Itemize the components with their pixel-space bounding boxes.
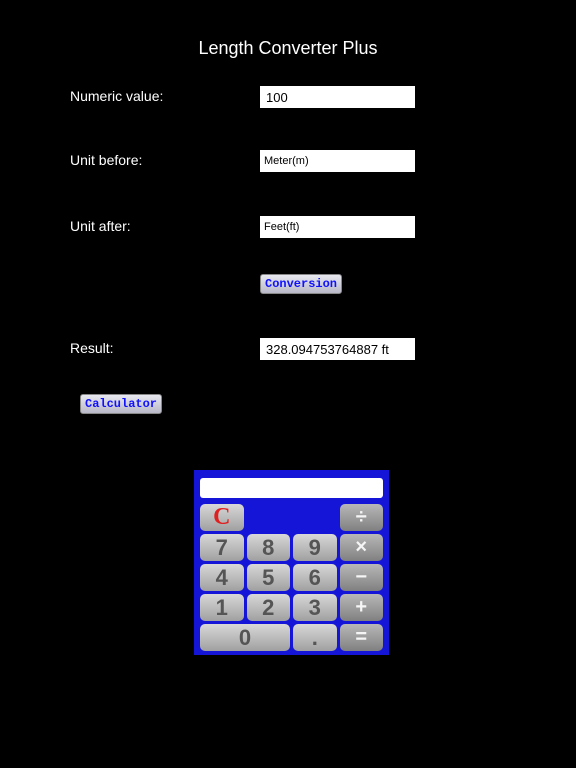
- calc-key-5[interactable]: 5: [247, 564, 291, 591]
- result-output: [260, 338, 415, 360]
- calc-key-0[interactable]: 0: [200, 624, 290, 651]
- result-label: Result:: [70, 340, 250, 356]
- conversion-button[interactable]: Conversion: [260, 274, 342, 294]
- numeric-value-label: Numeric value:: [70, 88, 250, 104]
- unit-before-input[interactable]: [260, 150, 415, 172]
- calc-key-empty1: [247, 504, 291, 531]
- calculator-button[interactable]: Calculator: [80, 394, 162, 414]
- calc-key-7[interactable]: 7: [200, 534, 244, 561]
- calculator-display: [200, 478, 383, 498]
- calc-key-9[interactable]: 9: [293, 534, 337, 561]
- unit-after-input[interactable]: [260, 216, 415, 238]
- page-title: Length Converter Plus: [0, 38, 576, 59]
- calc-key-equals[interactable]: =: [340, 624, 384, 651]
- unit-after-label: Unit after:: [70, 218, 250, 234]
- unit-before-label: Unit before:: [70, 152, 250, 168]
- calc-key-divide[interactable]: ÷: [340, 504, 384, 531]
- calc-key-dot[interactable]: .: [293, 624, 337, 651]
- calc-key-multiply[interactable]: ×: [340, 534, 384, 561]
- calc-key-6[interactable]: 6: [293, 564, 337, 591]
- calc-key-3[interactable]: 3: [293, 594, 337, 621]
- calc-key-1[interactable]: 1: [200, 594, 244, 621]
- calc-key-plus[interactable]: +: [340, 594, 384, 621]
- calc-key-8[interactable]: 8: [247, 534, 291, 561]
- calc-key-minus[interactable]: −: [340, 564, 384, 591]
- calc-key-2[interactable]: 2: [247, 594, 291, 621]
- calc-key-clear[interactable]: C: [200, 504, 244, 531]
- calculator-panel: C ÷ 7 8 9 × 4 5 6 − 1 2 3 + 0 . =: [194, 470, 389, 655]
- calculator-keypad: C ÷ 7 8 9 × 4 5 6 − 1 2 3 + 0 . =: [200, 504, 383, 651]
- calc-key-4[interactable]: 4: [200, 564, 244, 591]
- calc-key-empty2: [293, 504, 337, 531]
- numeric-value-input[interactable]: [260, 86, 415, 108]
